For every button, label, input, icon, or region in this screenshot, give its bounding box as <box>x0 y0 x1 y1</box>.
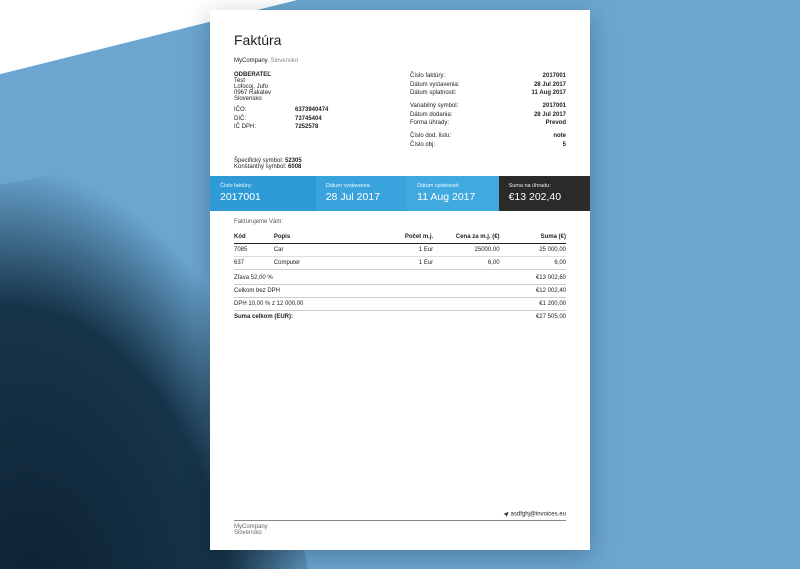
th-sum: Suma (€) <box>500 231 566 244</box>
table-row: 637Computer1 Eur6,006,00 <box>234 256 566 269</box>
th-price: Cena za m.j. (€) <box>433 231 499 244</box>
banner-total: €13 202,40 <box>509 191 580 203</box>
meta-supply: 28 Jul 2017 <box>520 111 566 120</box>
totals-block: Zľava 52,00 %€13 002,60Celkom bez DPH€12… <box>234 272 566 323</box>
meta-due: 11 Aug 2017 <box>520 89 566 98</box>
footer-country: Slovensko <box>234 530 566 536</box>
meta-issue: 28 Jul 2017 <box>520 81 566 90</box>
table-row: 7085Car1 Eur25000,0025 000,00 <box>234 243 566 256</box>
th-desc: Popis <box>274 231 374 244</box>
th-code: Kód <box>234 231 274 244</box>
meta-payment: Prevod <box>520 119 566 128</box>
page-footer: asdfghj@invoices.eu MyCompany Slovensko <box>234 511 566 536</box>
meta-order: 5 <box>520 141 566 150</box>
company-country: Slovensko <box>271 58 299 64</box>
customer-icdph: 7252578 <box>295 123 318 132</box>
banner-issue: 28 Jul 2017 <box>326 191 397 203</box>
th-qty: Počet m.j. <box>373 231 433 244</box>
banner-number: 2017001 <box>220 191 306 203</box>
meta-var: 2017001 <box>520 102 566 111</box>
konst-symbol: 6008 <box>288 164 301 170</box>
invoice-page: Faktúra MyCompany, Slovensko ODBERATEĽ T… <box>210 10 590 550</box>
customer-ico: 6373940474 <box>295 106 328 115</box>
symbols-block: Špecifický symbol: 52305 Konštantný symb… <box>234 158 566 170</box>
company-name: MyCompany <box>234 58 267 64</box>
summary-row: Zľava 52,00 %€13 002,60 <box>234 272 566 285</box>
summary-row: Celkom bez DPH€12 002,40 <box>234 285 566 298</box>
customer-dic: 73745404 <box>295 115 322 124</box>
meta-number: 2017001 <box>520 72 566 81</box>
document-title: Faktúra <box>234 32 566 48</box>
summary-banner: Číslo faktúry:2017001 Dátum vystavenia:2… <box>210 176 590 211</box>
line-items-table: Kód Popis Počet m.j. Cena za m.j. (€) Su… <box>234 231 566 270</box>
invoice-note: Fakturujeme Vám: <box>234 219 566 225</box>
customer-block: ODBERATEĽ Test Lofocoj, Jufo 0967 Rakate… <box>234 72 390 150</box>
banner-due: 11 Aug 2017 <box>417 191 488 203</box>
summary-row: DPH 10,00 % z 12 000,00€1 200,00 <box>234 298 566 311</box>
company-line: MyCompany, Slovensko <box>234 58 566 64</box>
footer-link[interactable]: asdfghj@invoices.eu <box>234 511 566 521</box>
meta-delivery: note <box>520 132 566 141</box>
total-row: Suma celkom (EUR):€27 505,00 <box>234 311 566 323</box>
send-icon <box>503 511 509 517</box>
meta-block: Číslo faktúry:2017001 Dátum vystavenia:2… <box>410 72 566 150</box>
